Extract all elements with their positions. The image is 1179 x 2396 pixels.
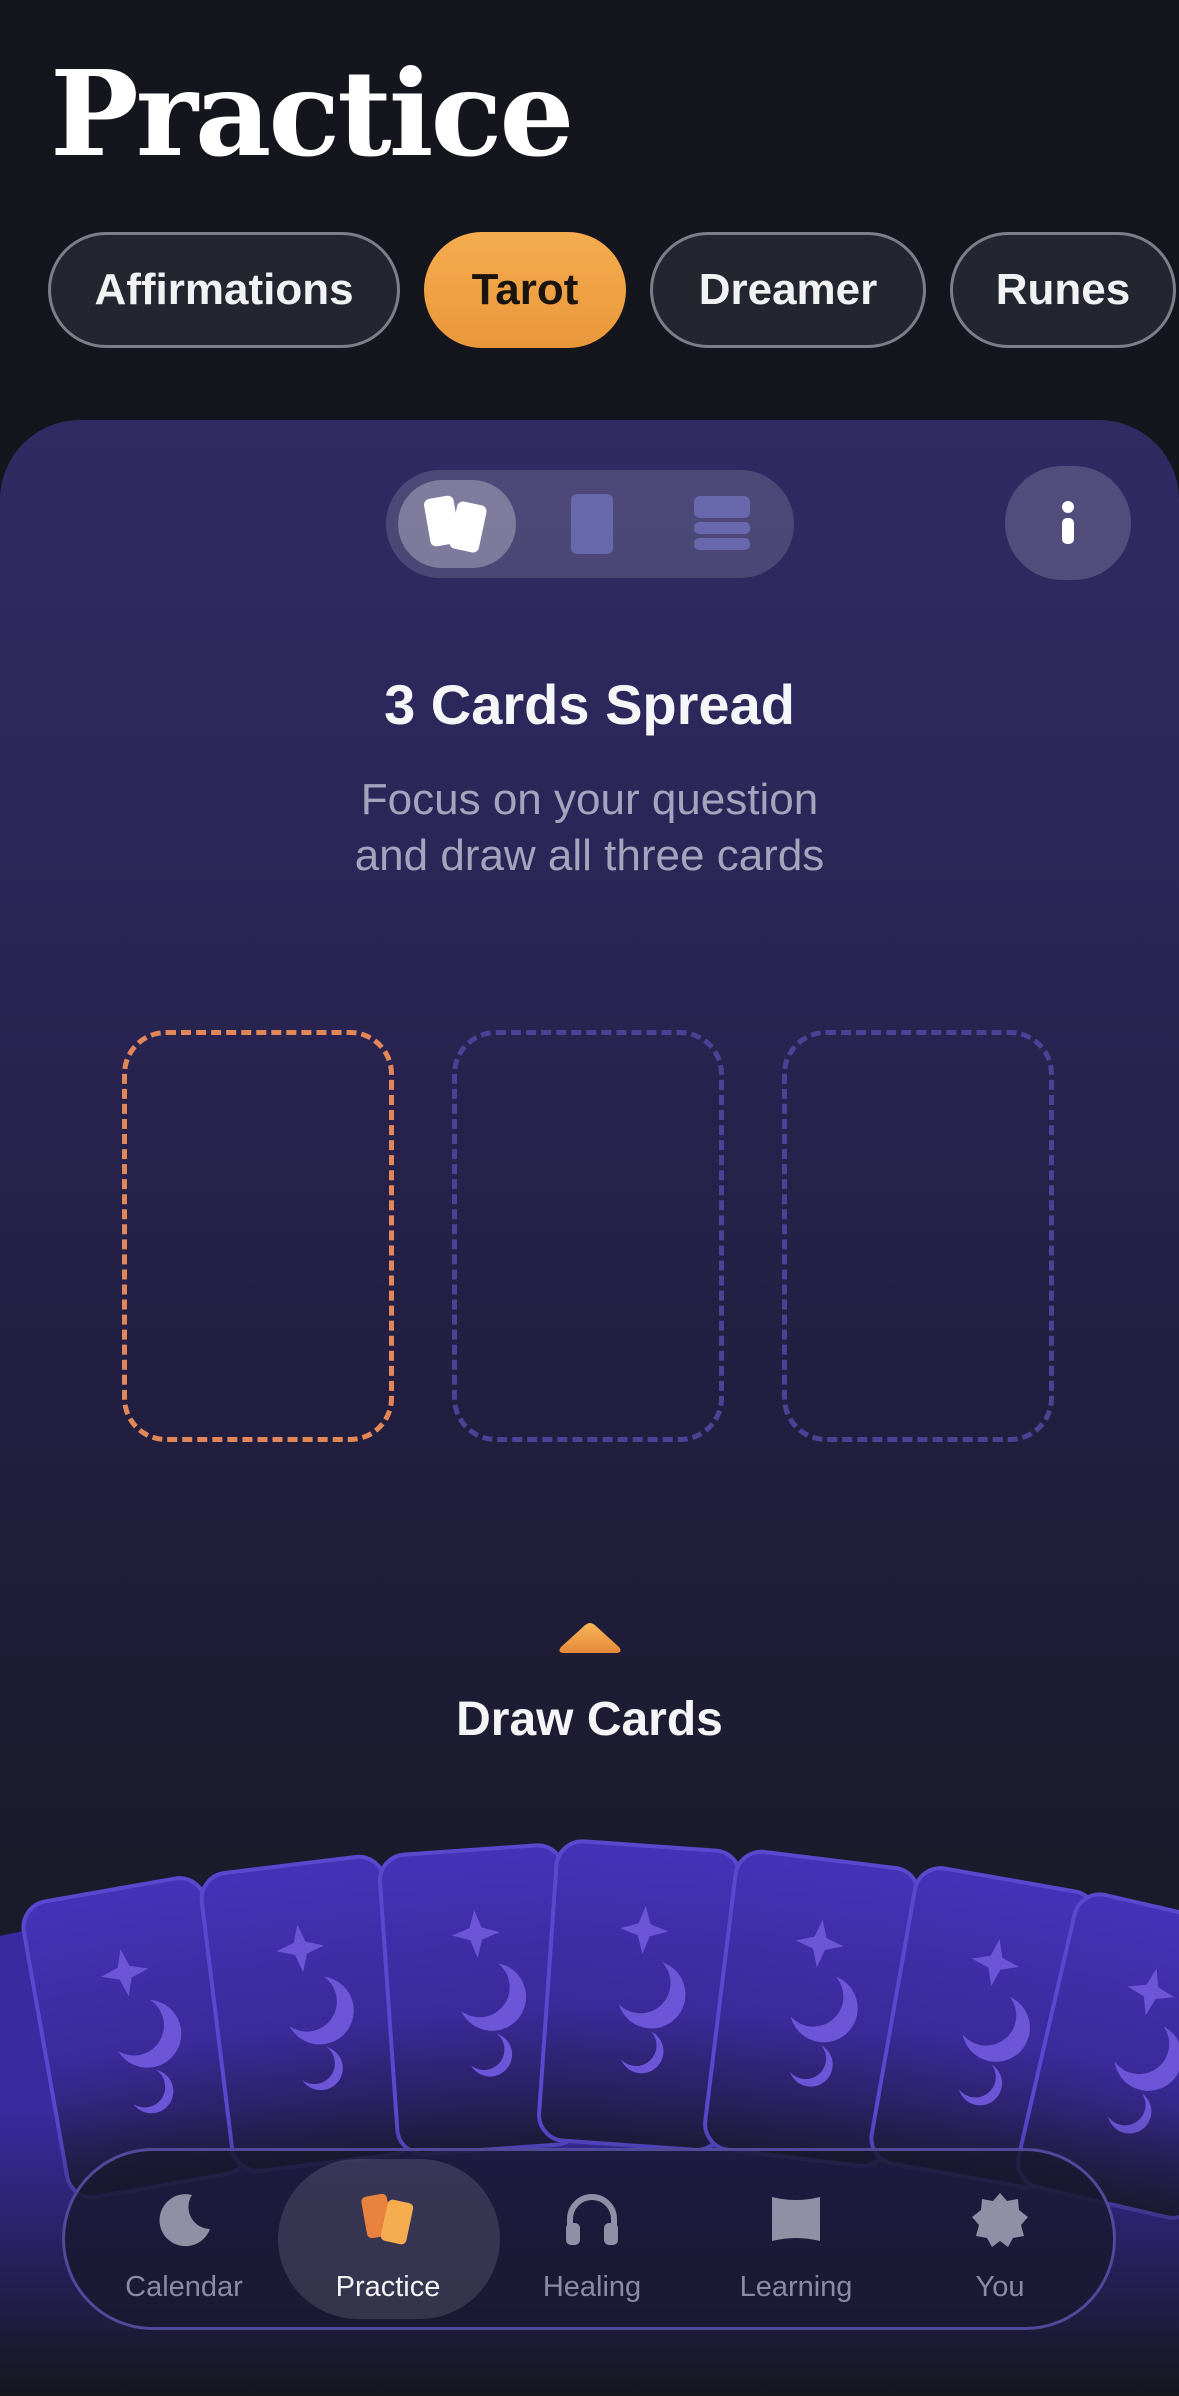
category-tabs: Affirmations Tarot Dreamer Runes xyxy=(0,232,1179,352)
spread-mode-selector xyxy=(386,470,794,578)
headphones-icon xyxy=(566,2194,618,2245)
moon-icon xyxy=(159,2194,210,2247)
stack-icon xyxy=(694,496,750,550)
draw-cards-button[interactable]: Draw Cards xyxy=(0,1692,1179,1747)
nav-calendar[interactable]: Calendar xyxy=(89,2151,279,2327)
card-slot-3[interactable] xyxy=(782,1030,1054,1442)
tab-tarot[interactable]: Tarot xyxy=(424,232,626,348)
nav-label: You xyxy=(975,2271,1025,2303)
subtitle-line-1: Focus on your question xyxy=(360,775,819,824)
bottom-nav: Calendar Practice Healing Learning You xyxy=(62,2148,1116,2330)
nav-healing[interactable]: Healing xyxy=(497,2151,687,2327)
tab-affirmations[interactable]: Affirmations xyxy=(48,232,400,348)
tab-dreamer[interactable]: Dreamer xyxy=(650,232,926,348)
tarot-panel: 3 Cards Spread Focus on your question an… xyxy=(0,420,1179,2396)
nav-label: Healing xyxy=(542,2271,642,2303)
mode-three-cards[interactable] xyxy=(398,480,516,568)
tab-runes[interactable]: Runes xyxy=(950,232,1176,348)
info-icon xyxy=(1062,501,1074,544)
info-button[interactable] xyxy=(1005,466,1131,580)
nav-you[interactable]: You xyxy=(905,2151,1095,2327)
page-title: Practice xyxy=(50,44,574,183)
nav-learning[interactable]: Learning xyxy=(701,2151,891,2327)
nav-label: Calendar xyxy=(125,2271,243,2303)
draw-arrow-icon[interactable] xyxy=(555,1620,625,1656)
mode-stack[interactable] xyxy=(662,480,782,568)
cards-icon xyxy=(361,2193,414,2245)
mode-single-card[interactable] xyxy=(542,480,642,568)
subtitle-line-2: and draw all three cards xyxy=(354,831,825,880)
spread-title: 3 Cards Spread xyxy=(384,673,795,736)
badge-icon xyxy=(972,2193,1028,2247)
three-cards-icon xyxy=(424,495,487,553)
book-icon xyxy=(772,2197,820,2241)
nav-label: Learning xyxy=(739,2271,853,2303)
single-card-icon xyxy=(571,494,613,554)
card-slot-1[interactable] xyxy=(122,1030,394,1442)
nav-label: Practice xyxy=(335,2271,441,2303)
spread-subtitle: Focus on your question and draw all thre… xyxy=(0,772,1179,884)
nav-practice[interactable]: Practice xyxy=(293,2151,483,2327)
card-slot-2[interactable] xyxy=(452,1030,724,1442)
